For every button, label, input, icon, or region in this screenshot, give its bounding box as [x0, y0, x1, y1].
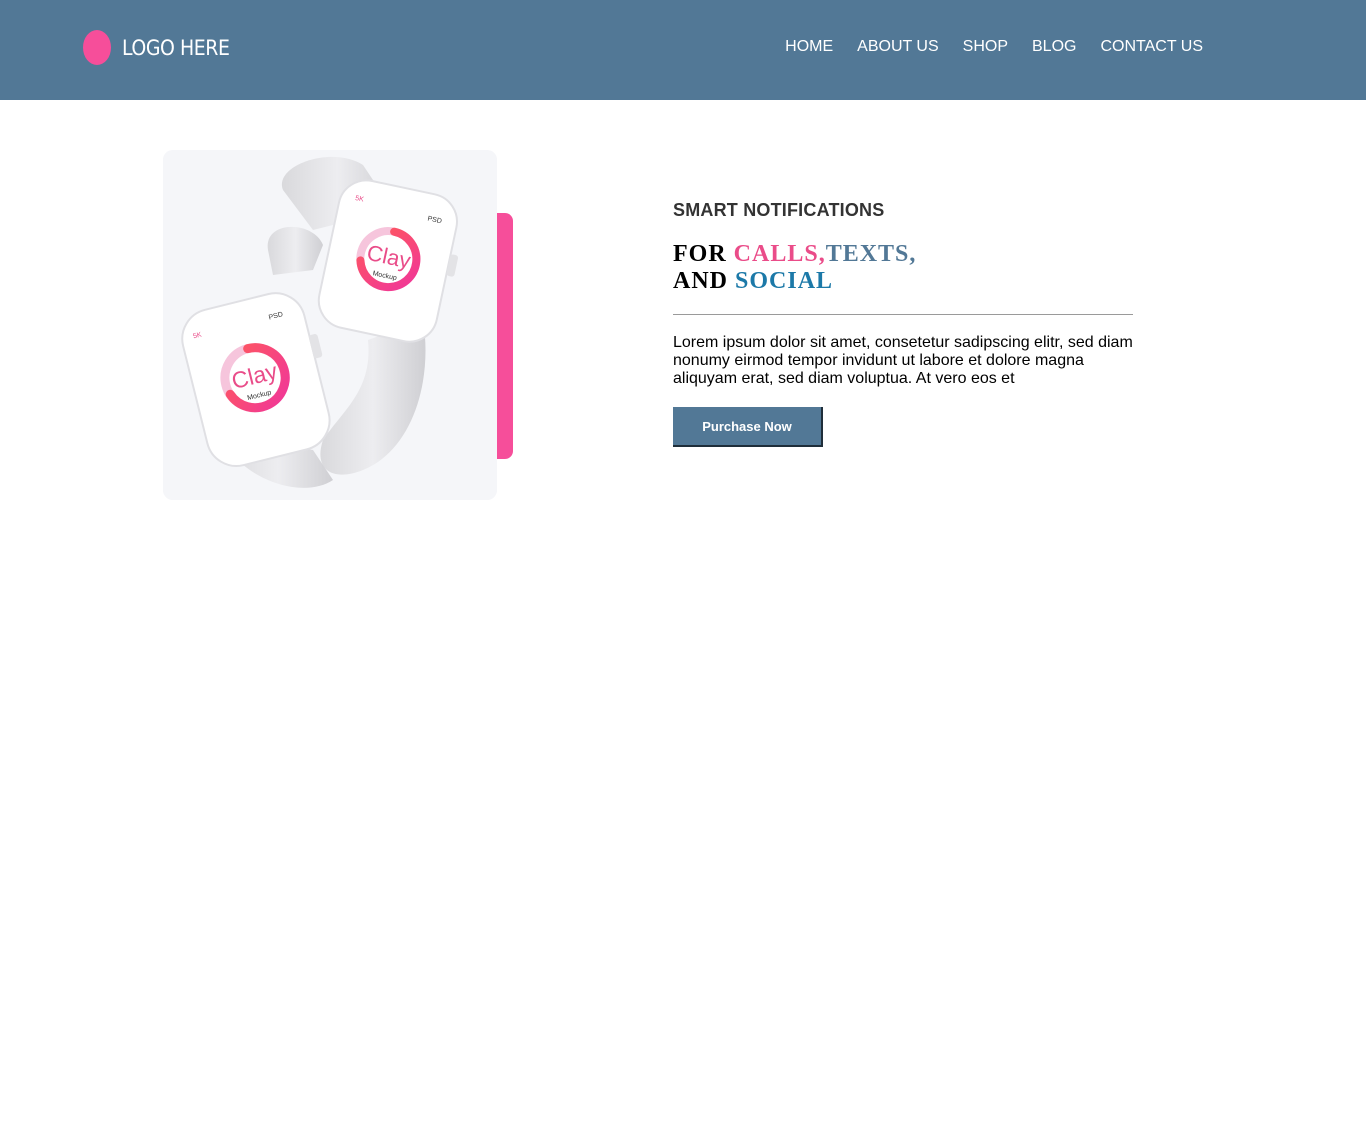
logo-text: LOGO HERE: [122, 35, 230, 60]
product-image: Clay Mockup 5K PSD Clay Mockup 5K PSD: [163, 150, 497, 500]
description: Lorem ipsum dolor sit amet, consetetur s…: [673, 334, 1133, 387]
purchase-now-button[interactable]: Purchase Now: [673, 407, 823, 447]
divider: [673, 314, 1133, 315]
nav-shop[interactable]: SHOP: [963, 38, 1008, 56]
product-info: SMART NOTIFICATIONS FOR CALLS,TEXTS, AND…: [673, 200, 1133, 447]
site-header: LOGO HERE HOME ABOUT US SHOP BLOG CONTAC…: [0, 0, 1366, 100]
nav-about-us[interactable]: ABOUT US: [857, 38, 939, 56]
main-nav: HOME ABOUT US SHOP BLOG CONTACT US: [785, 38, 1203, 56]
headline: FOR CALLS,TEXTS, AND SOCIAL: [673, 241, 1133, 295]
headline-social: SOCIAL: [735, 268, 834, 294]
eyebrow-heading: SMART NOTIFICATIONS: [673, 200, 885, 220]
headline-calls: CALLS,: [733, 241, 826, 267]
smartwatch-illustration: Clay Mockup 5K PSD Clay Mockup 5K PSD: [163, 150, 497, 500]
headline-for: FOR: [673, 241, 727, 267]
headline-and: AND: [673, 268, 728, 294]
headline-texts: TEXTS,: [825, 241, 917, 267]
nav-home[interactable]: HOME: [785, 38, 833, 56]
logo-circle-icon: [83, 30, 111, 65]
nav-blog[interactable]: BLOG: [1032, 38, 1076, 56]
nav-contact-us[interactable]: CONTACT US: [1100, 38, 1203, 56]
logo[interactable]: LOGO HERE: [83, 30, 241, 65]
